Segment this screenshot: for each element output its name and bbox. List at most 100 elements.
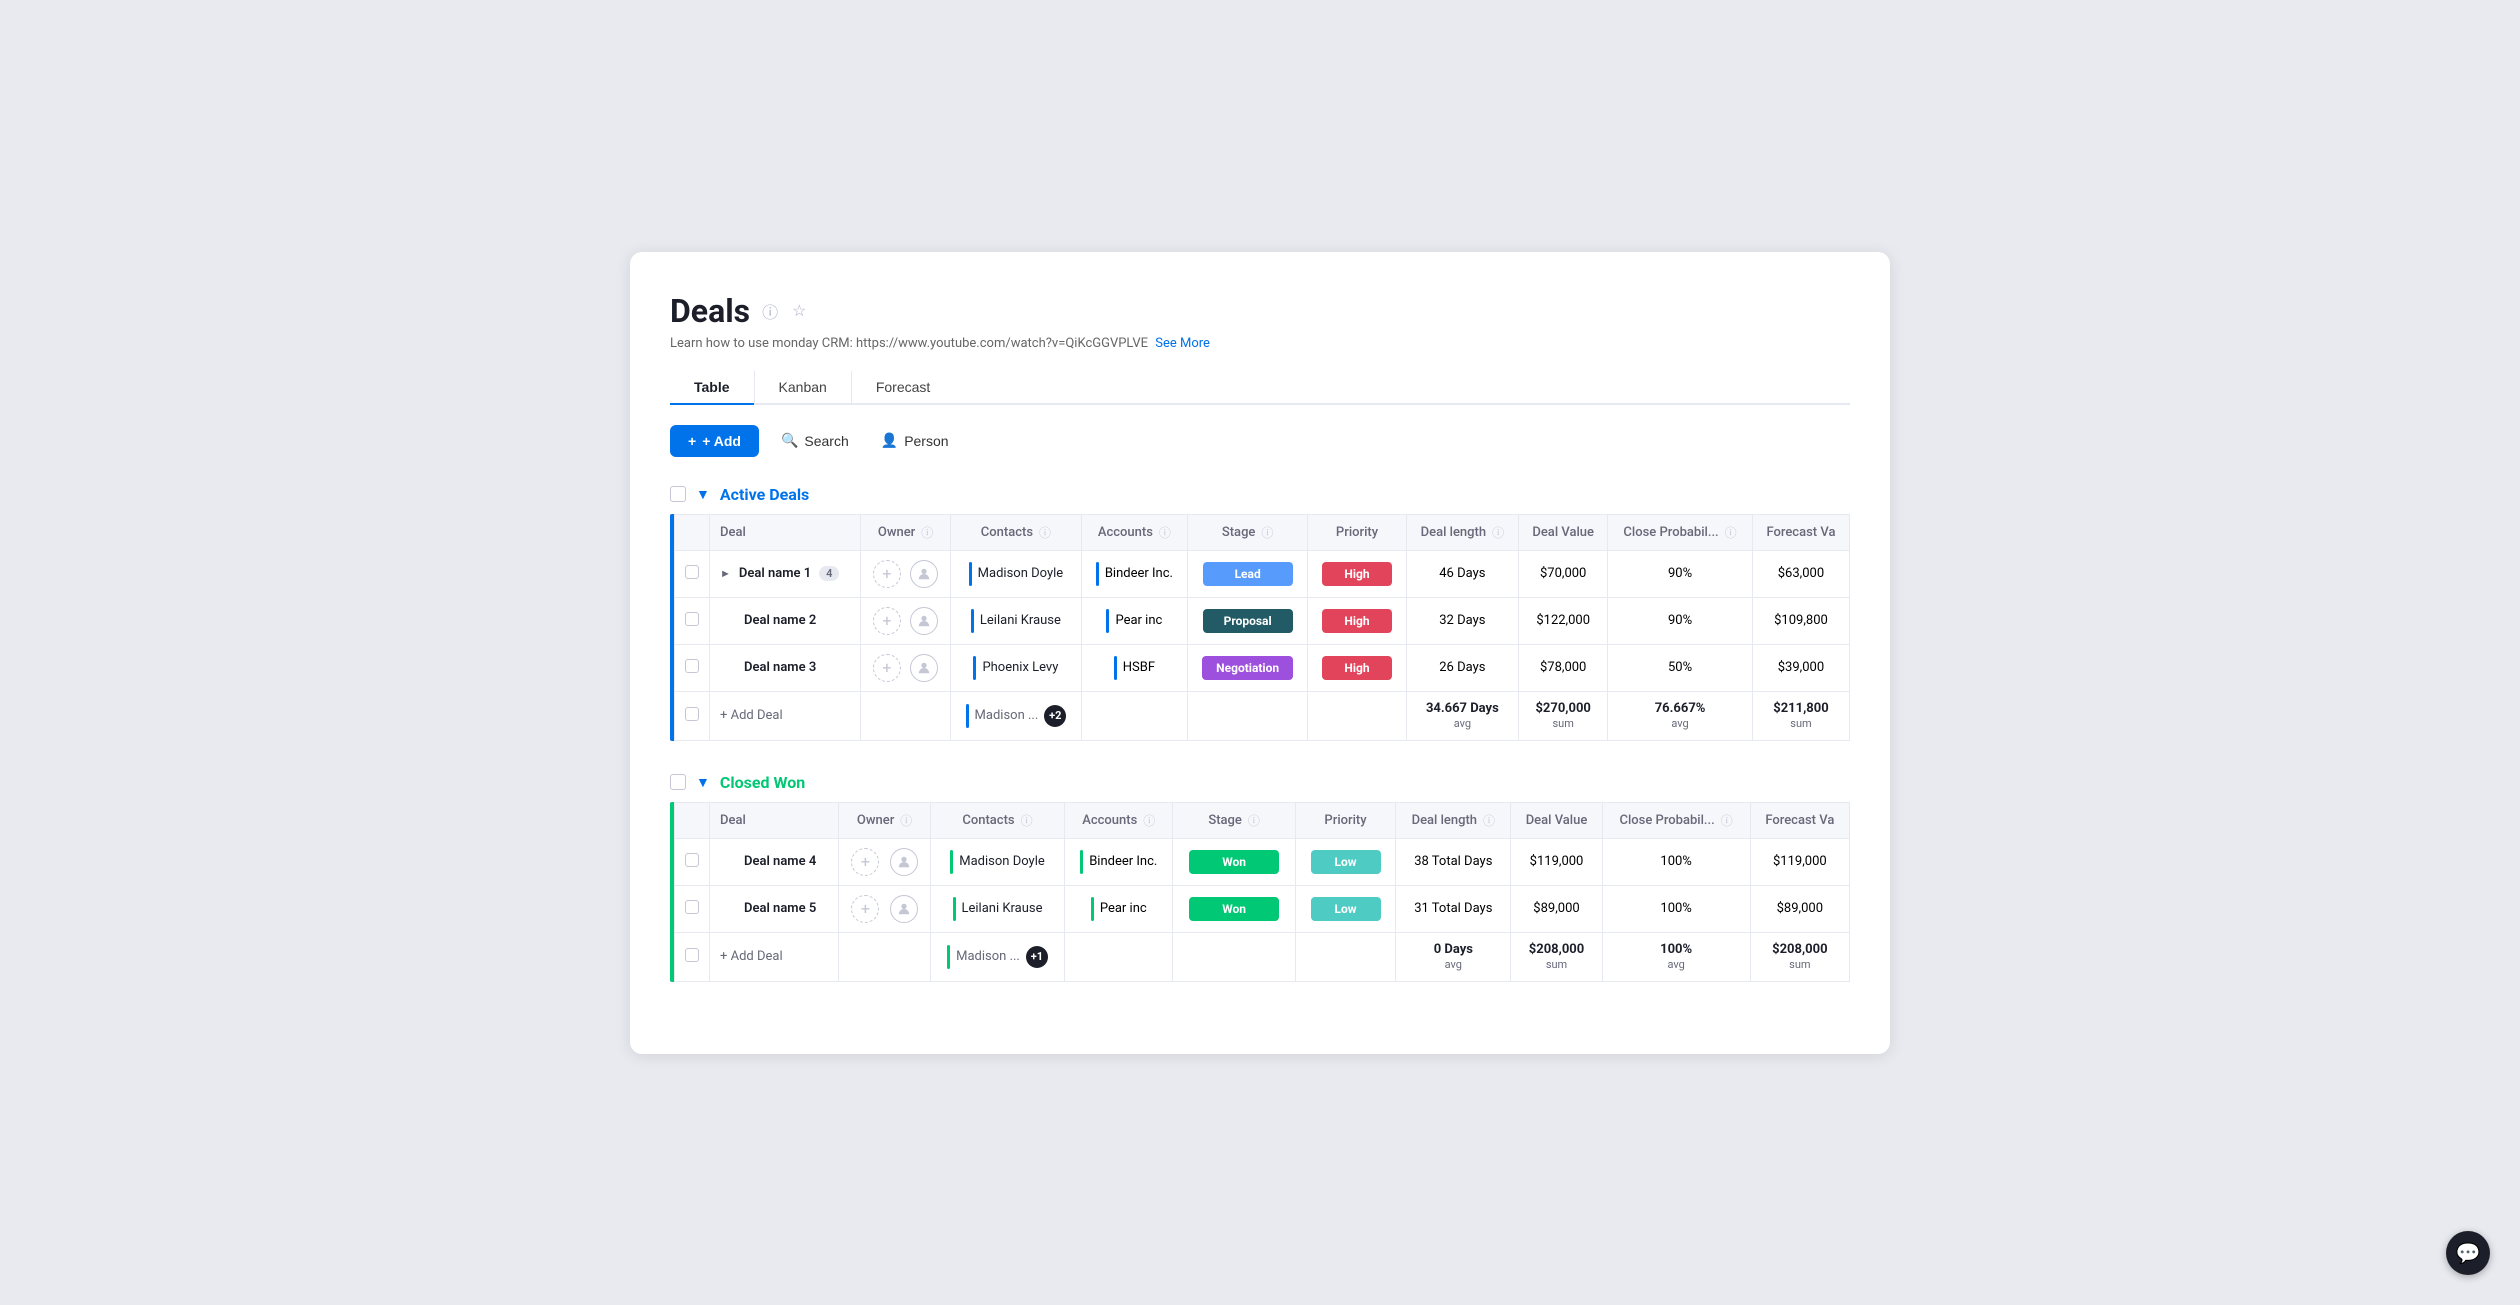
stage-badge[interactable]: Lead bbox=[1203, 562, 1293, 586]
deal-length-info-icon[interactable]: ⓘ bbox=[1492, 524, 1504, 541]
deal-value-cell: $122,000 bbox=[1519, 597, 1608, 644]
account-bar bbox=[1080, 850, 1083, 874]
add-deal-stage-cell bbox=[1187, 691, 1308, 740]
deal-name: Deal name 3 bbox=[744, 660, 816, 675]
priority-badge[interactable]: Low bbox=[1311, 897, 1381, 921]
active-deals-title: Active Deals bbox=[720, 485, 809, 504]
owner-info-icon-cw[interactable]: ⓘ bbox=[900, 812, 912, 829]
add-deal-stage-cell bbox=[1173, 932, 1295, 981]
stage-badge[interactable]: Negotiation bbox=[1202, 656, 1293, 680]
priority-badge[interactable]: High bbox=[1322, 609, 1392, 633]
stage-cell: Won bbox=[1173, 838, 1295, 885]
account-bar bbox=[1114, 656, 1117, 680]
search-button[interactable]: 🔍 Search bbox=[771, 426, 859, 455]
close-prob-info-icon-cw[interactable]: ⓘ bbox=[1721, 812, 1733, 829]
th-accounts: Accounts ⓘ bbox=[1082, 514, 1188, 550]
contacts-info-icon-cw[interactable]: ⓘ bbox=[1021, 812, 1033, 829]
add-deal-contact-name: Madison ... bbox=[975, 708, 1039, 723]
tab-kanban[interactable]: Kanban bbox=[755, 371, 852, 403]
priority-cell: High bbox=[1308, 644, 1406, 691]
stage-info-icon[interactable]: ⓘ bbox=[1261, 524, 1273, 541]
owner-cell: + bbox=[861, 597, 950, 644]
deal-value-cell: $89,000 bbox=[1511, 885, 1602, 932]
contact-bar bbox=[969, 562, 972, 586]
accounts-cell: HSBF bbox=[1082, 644, 1188, 691]
forecast-val-cell: $89,000 bbox=[1750, 885, 1849, 932]
closed-won-collapse[interactable]: ▼ bbox=[696, 774, 710, 790]
row-checkbox-cell bbox=[675, 644, 710, 691]
row-checkbox-cell bbox=[675, 597, 710, 644]
stage-badge[interactable]: Won bbox=[1189, 897, 1279, 921]
row-checkbox[interactable] bbox=[685, 853, 699, 867]
priority-cell: Low bbox=[1295, 885, 1395, 932]
deal-length-info-icon-cw[interactable]: ⓘ bbox=[1483, 812, 1495, 829]
add-deal-contact-bar bbox=[966, 704, 969, 728]
th-deal-cw: Deal bbox=[710, 802, 839, 838]
row-checkbox[interactable] bbox=[685, 659, 699, 673]
th-check bbox=[675, 514, 710, 550]
forecast-val-cell: $119,000 bbox=[1750, 838, 1849, 885]
row-checkbox[interactable] bbox=[685, 565, 699, 579]
contacts-cell: Madison Doyle bbox=[950, 550, 1081, 597]
add-deal-value-summary: $208,000 sum bbox=[1511, 932, 1602, 981]
add-owner-button[interactable]: + bbox=[873, 560, 901, 588]
accounts-info-icon-cw[interactable]: ⓘ bbox=[1143, 812, 1155, 829]
th-deal-length: Deal length ⓘ bbox=[1406, 514, 1519, 550]
toolbar: + + Add 🔍 Search 👤 Person bbox=[670, 425, 1850, 457]
accounts-cell: Pear inc bbox=[1065, 885, 1173, 932]
add-deal-link[interactable]: + Add Deal bbox=[720, 708, 783, 723]
active-deals-checkbox[interactable] bbox=[670, 486, 686, 502]
star-icon-btn[interactable]: ☆ bbox=[790, 299, 808, 323]
person-button[interactable]: 👤 Person bbox=[871, 426, 959, 455]
add-owner-button[interactable]: + bbox=[851, 848, 879, 876]
deal-length-cell: 31 Total Days bbox=[1396, 885, 1511, 932]
add-deal-link[interactable]: + Add Deal bbox=[720, 949, 783, 964]
expand-button[interactable]: ► bbox=[720, 568, 731, 580]
deal-length-cell: 26 Days bbox=[1406, 644, 1519, 691]
add-button[interactable]: + + Add bbox=[670, 425, 759, 457]
tab-forecast[interactable]: Forecast bbox=[852, 371, 954, 403]
active-deals-collapse[interactable]: ▼ bbox=[696, 486, 710, 502]
stage-cell: Lead bbox=[1187, 550, 1308, 597]
contacts-info-icon[interactable]: ⓘ bbox=[1039, 524, 1051, 541]
row-checkbox[interactable] bbox=[685, 612, 699, 626]
feedback-button[interactable]: 💬 bbox=[2446, 1231, 2490, 1275]
deal-name: Deal name 5 bbox=[744, 901, 816, 916]
deal-value-cell: $70,000 bbox=[1519, 550, 1608, 597]
add-owner-button[interactable]: + bbox=[873, 654, 901, 682]
add-deal-checkbox[interactable] bbox=[685, 707, 699, 721]
priority-badge[interactable]: High bbox=[1322, 656, 1392, 680]
stage-info-icon-cw[interactable]: ⓘ bbox=[1248, 812, 1260, 829]
th-check-cw bbox=[675, 802, 710, 838]
closed-won-title: Closed Won bbox=[720, 773, 805, 792]
stage-badge[interactable]: Won bbox=[1189, 850, 1279, 874]
stage-badge[interactable]: Proposal bbox=[1203, 609, 1293, 633]
account-name: Bindeer Inc. bbox=[1105, 566, 1173, 581]
tab-table[interactable]: Table bbox=[670, 371, 755, 403]
close-prob-info-icon[interactable]: ⓘ bbox=[1725, 524, 1737, 541]
deal-length-cell: 32 Days bbox=[1406, 597, 1519, 644]
th-forecast-val: Forecast Va bbox=[1752, 514, 1849, 550]
th-priority: Priority bbox=[1308, 514, 1406, 550]
closed-won-table-wrapper: Deal Owner ⓘ Contacts ⓘ Accounts ⓘ Stage bbox=[670, 802, 1850, 982]
see-more-link[interactable]: See More bbox=[1155, 336, 1210, 351]
active-deals-table-wrapper: Deal Owner ⓘ Contacts ⓘ Accounts ⓘ Stage bbox=[670, 514, 1850, 741]
add-deal-checkbox[interactable] bbox=[685, 948, 699, 962]
th-priority-cw: Priority bbox=[1295, 802, 1395, 838]
accounts-info-icon[interactable]: ⓘ bbox=[1159, 524, 1171, 541]
owner-cell: + bbox=[839, 885, 931, 932]
priority-badge[interactable]: Low bbox=[1311, 850, 1381, 874]
priority-badge[interactable]: High bbox=[1322, 562, 1392, 586]
table-row: ► Deal name 1 4 + Madison Doyle bbox=[675, 550, 1850, 597]
owner-icon bbox=[910, 654, 938, 682]
add-owner-button[interactable]: + bbox=[851, 895, 879, 923]
closed-won-checkbox[interactable] bbox=[670, 774, 686, 790]
th-deal-value: Deal Value bbox=[1519, 514, 1608, 550]
add-deal-name-cell: + Add Deal bbox=[710, 932, 839, 981]
contact-name: Phoenix Levy bbox=[982, 660, 1058, 675]
table-row: Deal name 2 + Leilani Krause bbox=[675, 597, 1850, 644]
row-checkbox[interactable] bbox=[685, 900, 699, 914]
info-icon-btn[interactable]: ⓘ bbox=[760, 297, 780, 325]
add-owner-button[interactable]: + bbox=[873, 607, 901, 635]
owner-info-icon[interactable]: ⓘ bbox=[921, 524, 933, 541]
